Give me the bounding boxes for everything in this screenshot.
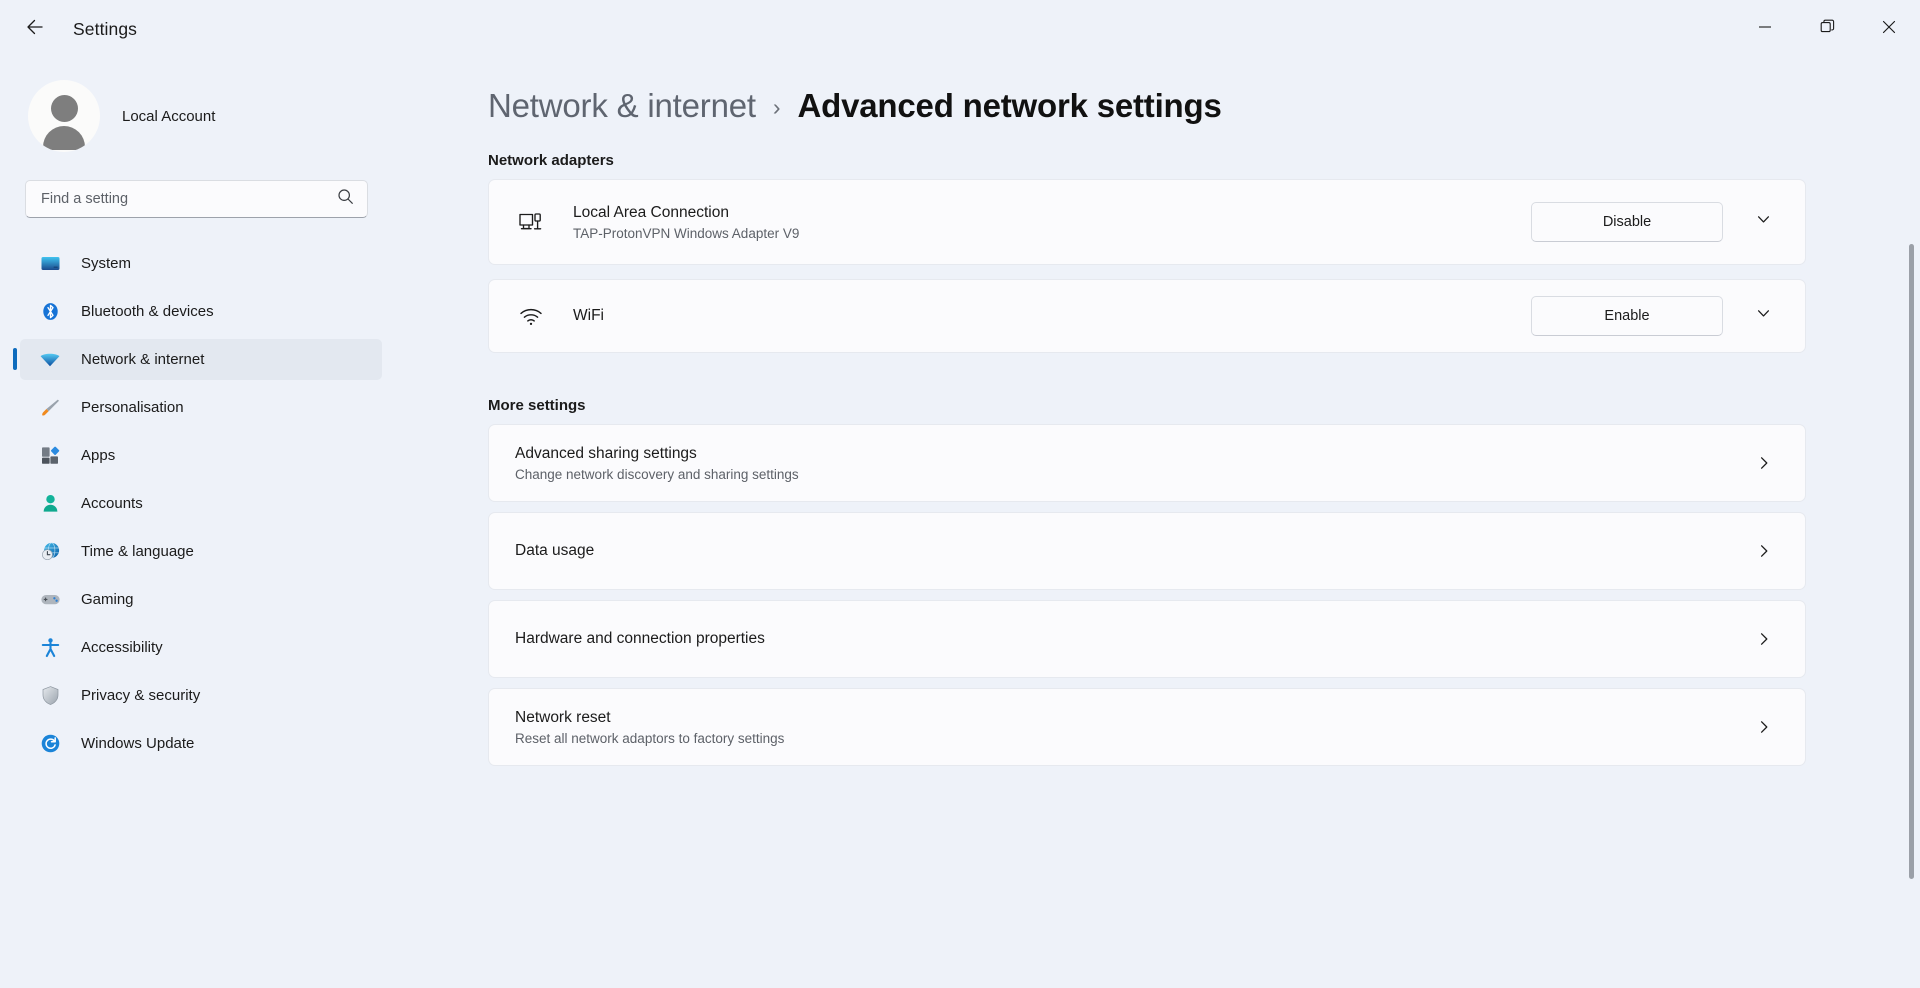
brush-icon (39, 397, 61, 419)
setting-title: Hardware and connection properties (515, 630, 765, 647)
network-adapters-heading: Network adapters (488, 152, 614, 169)
setting-title: Advanced sharing settings (515, 444, 697, 462)
wifi-icon (515, 300, 547, 332)
chevron-down-icon (1755, 211, 1772, 233)
sidebar-item-label: Privacy & security (81, 687, 201, 704)
more-settings-heading: More settings (488, 397, 586, 414)
setting-row-network-reset[interactable]: Network reset Reset all network adaptors… (488, 688, 1806, 766)
restore-button[interactable] (1796, 0, 1858, 58)
setting-text: Hardware and connection properties (515, 630, 1749, 648)
breadcrumb-parent-link[interactable]: Network & internet (488, 87, 756, 125)
chevron-right-icon (1749, 536, 1779, 566)
adapter-text: Local Area Connection TAP-ProtonVPN Wind… (573, 204, 1531, 241)
setting-text: Network reset Reset all network adaptors… (515, 709, 1749, 746)
adapter-expander-button[interactable] (1745, 204, 1781, 240)
adapter-row-wifi[interactable]: WiFi Enable (488, 279, 1806, 353)
sidebar-item-apps[interactable]: Apps (20, 435, 382, 476)
chevron-right-icon (1749, 624, 1779, 654)
sidebar-item-label: Gaming (81, 591, 134, 608)
sidebar-item-accounts[interactable]: Accounts (20, 483, 382, 524)
setting-text: Data usage (515, 542, 1749, 560)
avatar (28, 80, 100, 152)
title-bar: Settings (0, 0, 1920, 58)
account-name: Local Account (122, 107, 216, 125)
sidebar-item-label: Accounts (81, 495, 143, 512)
breadcrumb-separator-icon: › (772, 94, 781, 120)
close-icon (1882, 20, 1896, 39)
sidebar-item-privacy-security[interactable]: Privacy & security (20, 675, 382, 716)
chevron-right-icon (1749, 712, 1779, 742)
main-content: Network & internet › Advanced network se… (400, 58, 1920, 988)
adapter-text: WiFi (573, 307, 1531, 325)
sidebar-item-accessibility[interactable]: Accessibility (20, 627, 382, 668)
search-box[interactable] (25, 180, 368, 218)
back-button[interactable] (14, 8, 56, 50)
setting-description: Reset all network adaptors to factory se… (515, 730, 785, 746)
sidebar-item-bluetooth-devices[interactable]: Bluetooth & devices (20, 291, 382, 332)
sidebar-item-label: Accessibility (81, 639, 163, 656)
enable-button[interactable]: Enable (1531, 296, 1723, 336)
sidebar-item-system[interactable]: System (20, 243, 382, 284)
minimize-icon (1758, 20, 1772, 39)
sidebar-item-label: Personalisation (81, 399, 184, 416)
sidebar-item-label: System (81, 255, 132, 272)
accessibility-icon (39, 637, 61, 659)
minimize-button[interactable] (1734, 0, 1796, 58)
sidebar-nav: System Bluetooth & devices Network & int… (0, 243, 400, 764)
sidebar-item-label: Bluetooth & devices (81, 303, 214, 320)
page-title: Advanced network settings (797, 87, 1222, 124)
setting-row-hardware-and-connection-properties[interactable]: Hardware and connection properties (488, 600, 1806, 678)
chevron-right-icon (1749, 448, 1779, 478)
setting-description: Change network discovery and sharing set… (515, 466, 799, 482)
clock-globe-icon (39, 541, 61, 563)
sidebar-item-personalisation[interactable]: Personalisation (20, 387, 382, 428)
sidebar: Local Account System (0, 58, 400, 988)
window-controls (1734, 0, 1920, 58)
sidebar-item-label: Network & internet (81, 351, 205, 368)
setting-title: Network reset (515, 708, 611, 726)
sidebar-item-label: Windows Update (81, 735, 195, 752)
adapter-expander-button[interactable] (1745, 298, 1781, 334)
sidebar-item-label: Apps (81, 447, 116, 464)
restore-icon (1820, 19, 1835, 39)
adapter-name: Local Area Connection (573, 203, 729, 221)
search-icon (337, 188, 354, 210)
adapter-description: TAP-ProtonVPN Windows Adapter V9 (573, 225, 800, 241)
setting-text: Advanced sharing settings Change network… (515, 445, 1749, 482)
setting-row-data-usage[interactable]: Data usage (488, 512, 1806, 590)
chevron-down-icon (1755, 305, 1772, 327)
arrow-left-icon (24, 16, 46, 43)
sidebar-item-windows-update[interactable]: Windows Update (20, 723, 382, 764)
sidebar-item-label: Time & language (81, 543, 194, 560)
shield-icon (39, 685, 61, 707)
system-icon (39, 253, 61, 275)
wifi-icon (39, 349, 61, 371)
bluetooth-icon (39, 301, 61, 323)
update-icon (39, 733, 61, 755)
ethernet-icon (515, 206, 547, 238)
breadcrumb: Network & internet › Advanced network se… (488, 78, 1920, 134)
search-input[interactable] (41, 191, 337, 207)
sidebar-item-gaming[interactable]: Gaming (20, 579, 382, 620)
adapter-row-local-area-connection[interactable]: Local Area Connection TAP-ProtonVPN Wind… (488, 179, 1806, 265)
vertical-scrollbar[interactable] (1909, 244, 1914, 879)
app-title: Settings (73, 18, 138, 39)
account-block[interactable]: Local Account (28, 80, 400, 152)
sidebar-item-network-internet[interactable]: Network & internet (13, 339, 382, 380)
setting-title: Data usage (515, 542, 595, 559)
sidebar-item-time-language[interactable]: Time & language (20, 531, 382, 572)
adapter-name: WiFi (573, 307, 604, 324)
close-button[interactable] (1858, 0, 1920, 58)
apps-icon (39, 445, 61, 467)
account-icon (39, 493, 61, 515)
setting-row-advanced-sharing-settings[interactable]: Advanced sharing settings Change network… (488, 424, 1806, 502)
disable-button[interactable]: Disable (1531, 202, 1723, 242)
gamepad-icon (39, 589, 61, 611)
